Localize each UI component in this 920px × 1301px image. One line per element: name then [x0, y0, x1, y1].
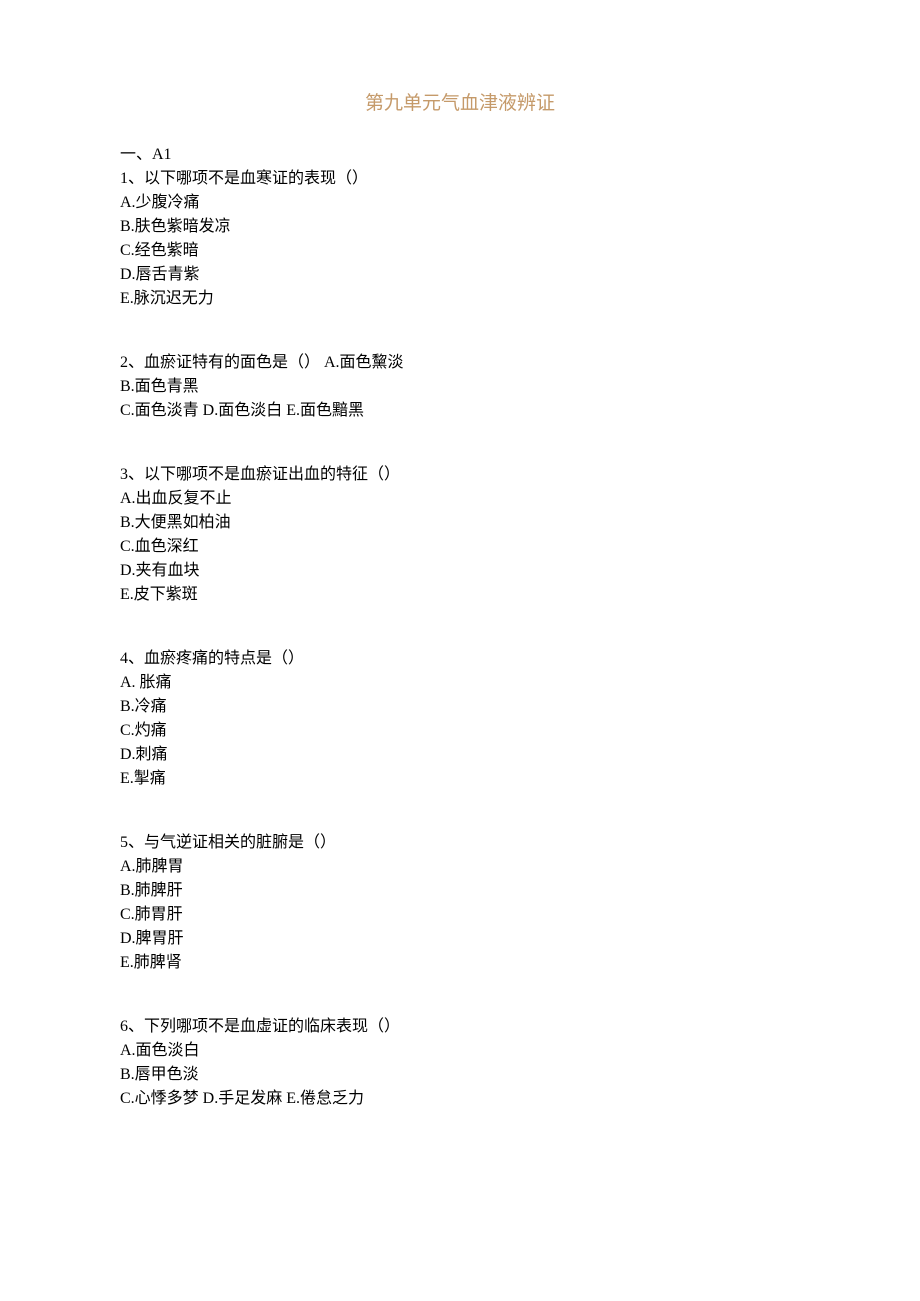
option: B.肤色紫暗发凉 — [120, 215, 800, 239]
document-title: 第九单元气血津液辨证 — [120, 90, 800, 119]
option: B.大便黑如柏油 — [120, 511, 800, 535]
option: D.脾胃肝 — [120, 927, 800, 951]
option: C.肺胃肝 — [120, 903, 800, 927]
option: E.肺脾肾 — [120, 951, 800, 975]
option: A.面色淡白 — [120, 1039, 800, 1063]
option: E.掣痛 — [120, 767, 800, 791]
option: E.脉沉迟无力 — [120, 287, 800, 311]
option: A.肺脾胃 — [120, 855, 800, 879]
question-block: 1、以下哪项不是血寒证的表现（） A.少腹冷痛 B.肤色紫暗发凉 C.经色紫暗 … — [120, 167, 800, 311]
section-header: 一、A1 — [120, 143, 800, 167]
question-block: 6、下列哪项不是血虚证的临床表现（） A.面色淡白 B.唇甲色淡 C.心悸多梦 … — [120, 1015, 800, 1111]
option: C.经色紫暗 — [120, 239, 800, 263]
question-stem: 5、与气逆证相关的脏腑是（） — [120, 831, 800, 855]
option: D.夹有血块 — [120, 559, 800, 583]
question-block: 5、与气逆证相关的脏腑是（） A.肺脾胃 B.肺脾肝 C.肺胃肝 D.脾胃肝 E… — [120, 831, 800, 975]
option: C.面色淡青 D.面色淡白 E.面色黯黑 — [120, 399, 800, 423]
question-stem: 3、以下哪项不是血瘀证出血的特征（） — [120, 463, 800, 487]
option: B.面色青黑 — [120, 375, 800, 399]
option: B.冷痛 — [120, 695, 800, 719]
option: C.心悸多梦 D.手足发麻 E.倦怠乏力 — [120, 1087, 800, 1111]
question-stem: 6、下列哪项不是血虚证的临床表现（） — [120, 1015, 800, 1039]
option: B.肺脾肝 — [120, 879, 800, 903]
option: E.皮下紫斑 — [120, 583, 800, 607]
question-block: 2、血瘀证特有的面色是（） A.面色黧淡 B.面色青黑 C.面色淡青 D.面色淡… — [120, 351, 800, 423]
question-stem: 1、以下哪项不是血寒证的表现（） — [120, 167, 800, 191]
option: D.刺痛 — [120, 743, 800, 767]
option: D.唇舌青紫 — [120, 263, 800, 287]
option: B.唇甲色淡 — [120, 1063, 800, 1087]
question-block: 4、血瘀疼痛的特点是（） A. 胀痛 B.冷痛 C.灼痛 D.刺痛 E.掣痛 — [120, 647, 800, 791]
option: C.血色深红 — [120, 535, 800, 559]
option: A.出血反复不止 — [120, 487, 800, 511]
question-block: 3、以下哪项不是血瘀证出血的特征（） A.出血反复不止 B.大便黑如柏油 C.血… — [120, 463, 800, 607]
question-stem: 2、血瘀证特有的面色是（） A.面色黧淡 — [120, 351, 800, 375]
option: A. 胀痛 — [120, 671, 800, 695]
document-page: 第九单元气血津液辨证 一、A1 1、以下哪项不是血寒证的表现（） A.少腹冷痛 … — [0, 0, 920, 1301]
option: A.少腹冷痛 — [120, 191, 800, 215]
option: C.灼痛 — [120, 719, 800, 743]
question-stem: 4、血瘀疼痛的特点是（） — [120, 647, 800, 671]
